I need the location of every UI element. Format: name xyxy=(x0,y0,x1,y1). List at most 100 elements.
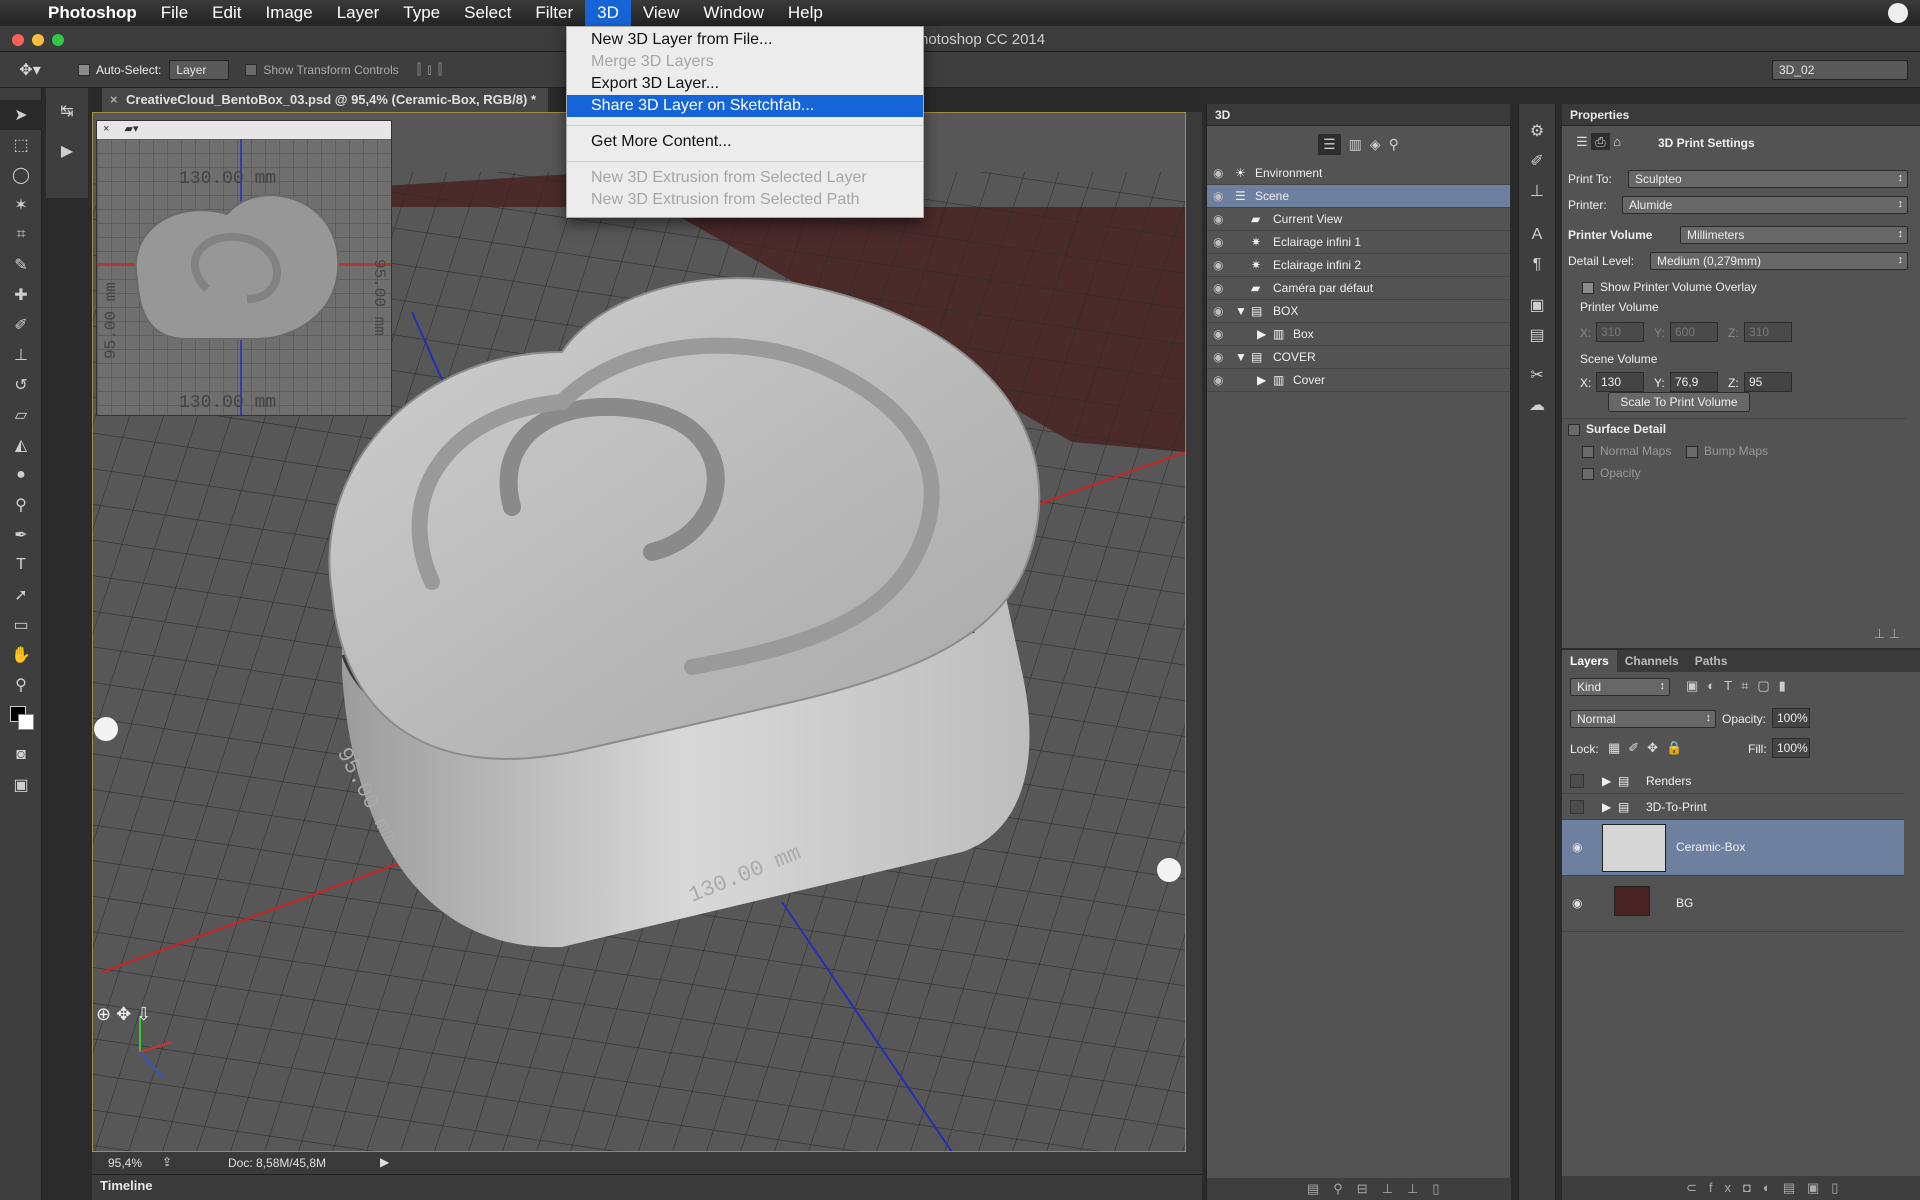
3d-item-box-group[interactable]: ◉ ▼ ▤ BOX xyxy=(1207,300,1510,323)
tab-layers[interactable]: Layers xyxy=(1562,650,1617,672)
crop-tool-icon[interactable]: ⌗ xyxy=(0,220,42,250)
scene-volume-z[interactable]: 95 xyxy=(1744,372,1792,392)
disclosure-closed-icon[interactable]: ▶ xyxy=(1257,323,1266,346)
pen-tool-icon[interactable]: ✒ xyxy=(0,520,42,550)
zoom-tool-icon[interactable]: ⚲ xyxy=(0,670,42,700)
align-icons[interactable]: ⫿⫾⫿ xyxy=(417,61,448,78)
close-window-button[interactable] xyxy=(12,34,24,46)
move-tool-icon[interactable]: ✥▾ xyxy=(0,60,60,80)
properties-tab[interactable]: Properties xyxy=(1562,104,1920,126)
visibility-eye-icon[interactable]: ◉ xyxy=(1572,840,1582,854)
vertical-scrollbar[interactable] xyxy=(1186,112,1202,1152)
canvas-area[interactable]: 130.00 mm 95.00 mm ⊕ ✥ ⇩ × ▰▾ 130.00 mm … xyxy=(92,112,1202,1152)
layer-renders[interactable]: ▶ ▤ Renders xyxy=(1562,768,1904,794)
kind-filter-dropdown[interactable]: Kind xyxy=(1570,678,1670,696)
menu-3d[interactable]: 3D xyxy=(585,0,631,26)
3d-item-box-mesh[interactable]: ◉ ▶ ▥ Box xyxy=(1207,323,1510,346)
brush-presets-icon[interactable]: ✐ xyxy=(1519,146,1555,176)
document-tab[interactable]: × CreativeCloud_BentoBox_03.psd @ 95,4% … xyxy=(102,88,549,112)
minimize-window-button[interactable] xyxy=(32,34,44,46)
visibility-eye-icon[interactable]: ◉ xyxy=(1213,277,1229,300)
history-icon[interactable]: ↹ xyxy=(46,96,88,126)
visibility-eye-icon[interactable]: ◉ xyxy=(1213,346,1229,369)
light-widget-left[interactable] xyxy=(94,717,118,741)
quick-mask-icon[interactable]: ◙ xyxy=(0,740,42,770)
layer-ceramic-box[interactable]: ◉ Ceramic-Box xyxy=(1562,820,1904,876)
rectangle-tool-icon[interactable]: ▭ xyxy=(0,610,42,640)
eyedropper-tool-icon[interactable]: ✎ xyxy=(0,250,42,280)
eraser-tool-icon[interactable]: ▱ xyxy=(0,400,42,430)
menu-item-share-on-sketchfab[interactable]: Share 3D Layer on Sketchfab... xyxy=(567,95,923,117)
disclosure-open-icon[interactable]: ▼ xyxy=(1235,346,1247,369)
background-color[interactable] xyxy=(18,714,34,730)
app-menu[interactable]: Photoshop xyxy=(36,0,149,26)
close-secondary-view-icon[interactable]: × xyxy=(103,123,109,135)
orbit-controls-icon[interactable]: ⊕ ✥ ⇩ xyxy=(96,1004,151,1024)
type-tool-icon[interactable]: T xyxy=(0,550,42,580)
screen-mode-icon[interactable]: ▣ xyxy=(0,770,42,800)
light-widget-right[interactable] xyxy=(1157,858,1181,882)
meshes-filter-icon[interactable]: ▥ xyxy=(1349,136,1362,153)
lasso-tool-icon[interactable]: ◯ xyxy=(0,160,42,190)
3d-viewport[interactable]: 130.00 mm 95.00 mm ⊕ ✥ ⇩ × ▰▾ 130.00 mm … xyxy=(92,112,1186,1152)
tool-presets-icon[interactable]: ✂ xyxy=(1519,360,1555,390)
layer-filter-icons[interactable]: ▣◐T⌗▢▮ xyxy=(1686,678,1795,694)
visibility-eye-icon[interactable]: ◉ xyxy=(1213,231,1229,254)
visibility-eye-icon[interactable]: ◉ xyxy=(1213,254,1229,277)
visibility-eye-icon[interactable]: ◉ xyxy=(1213,208,1229,231)
3d-item-default-camera[interactable]: ◉ ▰ Caméra par défaut xyxy=(1207,277,1510,300)
show-transform-checkbox[interactable] xyxy=(245,63,258,76)
3d-item-current-view[interactable]: ◉ ▰ Current View xyxy=(1207,208,1510,231)
paragraph-panel-icon[interactable]: ¶ xyxy=(1519,250,1555,280)
menu-type[interactable]: Type xyxy=(391,0,452,26)
show-overlay-checkbox[interactable] xyxy=(1582,281,1594,294)
fill-field[interactable]: 100% xyxy=(1772,738,1810,758)
visibility-eye-icon[interactable]: ◉ xyxy=(1213,369,1229,392)
print-to-dropdown[interactable]: Sculpteo xyxy=(1628,170,1908,188)
visibility-eye-icon[interactable]: ◉ xyxy=(1213,300,1229,323)
menu-edit[interactable]: Edit xyxy=(200,0,253,26)
creative-cloud-icon[interactable] xyxy=(1888,3,1908,23)
show-overlay-row[interactable]: Show Printer Volume Overlay xyxy=(1582,280,1757,294)
3d-item-light-1[interactable]: ◉ ✷ Eclairage infini 1 xyxy=(1207,231,1510,254)
tab-channels[interactable]: Channels xyxy=(1617,650,1687,672)
3d-item-environment[interactable]: ◉ ☀ Environment xyxy=(1207,162,1510,185)
zoom-window-button[interactable] xyxy=(52,34,64,46)
printer-dropdown[interactable]: Alumide xyxy=(1622,196,1908,214)
menu-item-export-3d-layer[interactable]: Export 3D Layer... xyxy=(567,73,923,95)
layer-bg[interactable]: ◉ BG xyxy=(1562,876,1904,932)
share-icon[interactable]: ⇪ xyxy=(162,1155,172,1169)
actions-play-icon[interactable]: ▶ xyxy=(46,136,88,166)
brush-tool-icon[interactable]: ✐ xyxy=(0,310,42,340)
3d-item-cover-group[interactable]: ◉ ▼ ▤ COVER xyxy=(1207,346,1510,369)
auto-select-checkbox[interactable] xyxy=(78,63,90,76)
scene-volume-x[interactable]: 130 xyxy=(1596,372,1644,392)
visibility-eye-icon[interactable]: ◉ xyxy=(1213,323,1229,346)
menu-help[interactable]: Help xyxy=(776,0,835,26)
close-tab-icon[interactable]: × xyxy=(110,92,118,107)
visibility-eye-icon[interactable]: ◉ xyxy=(1572,896,1582,910)
path-selection-tool-icon[interactable]: ➚ xyxy=(0,580,42,610)
menu-item-get-more-content[interactable]: Get More Content... xyxy=(567,131,923,153)
dodge-tool-icon[interactable]: ⚲ xyxy=(0,490,42,520)
materials-filter-icon[interactable]: ◈ xyxy=(1370,136,1381,153)
visibility-eye-icon[interactable]: ◉ xyxy=(1213,185,1229,208)
status-menu-arrow-icon[interactable]: ▶ xyxy=(380,1155,389,1169)
menu-file[interactable]: File xyxy=(149,0,200,26)
surface-detail-row[interactable]: Surface Detail xyxy=(1568,422,1666,436)
surface-detail-checkbox[interactable] xyxy=(1568,423,1580,436)
libraries-icon[interactable]: ☁ xyxy=(1519,390,1555,420)
zoom-level[interactable]: 95,4% xyxy=(108,1156,142,1170)
character-panel-icon[interactable]: A xyxy=(1519,220,1555,250)
blend-mode-dropdown[interactable]: Normal xyxy=(1570,710,1716,728)
3d-panel-footer-icons[interactable]: ▤⚲⊟⊥⊥▯ xyxy=(1207,1178,1511,1200)
3d-item-cover-mesh[interactable]: ◉ ▶ ▥ Cover xyxy=(1207,369,1510,392)
camera-view-icon[interactable]: ▰▾ xyxy=(125,123,139,135)
units-dropdown[interactable]: Millimeters xyxy=(1680,226,1908,244)
magic-wand-tool-icon[interactable]: ✶ xyxy=(0,190,42,220)
layer-visibility-toggle[interactable] xyxy=(1570,800,1584,814)
color-swatches[interactable] xyxy=(0,700,41,740)
menu-filter[interactable]: Filter xyxy=(523,0,585,26)
move-tool-icon[interactable]: ➤ xyxy=(0,100,42,130)
scene-volume-y[interactable]: 76,9 xyxy=(1670,372,1718,392)
